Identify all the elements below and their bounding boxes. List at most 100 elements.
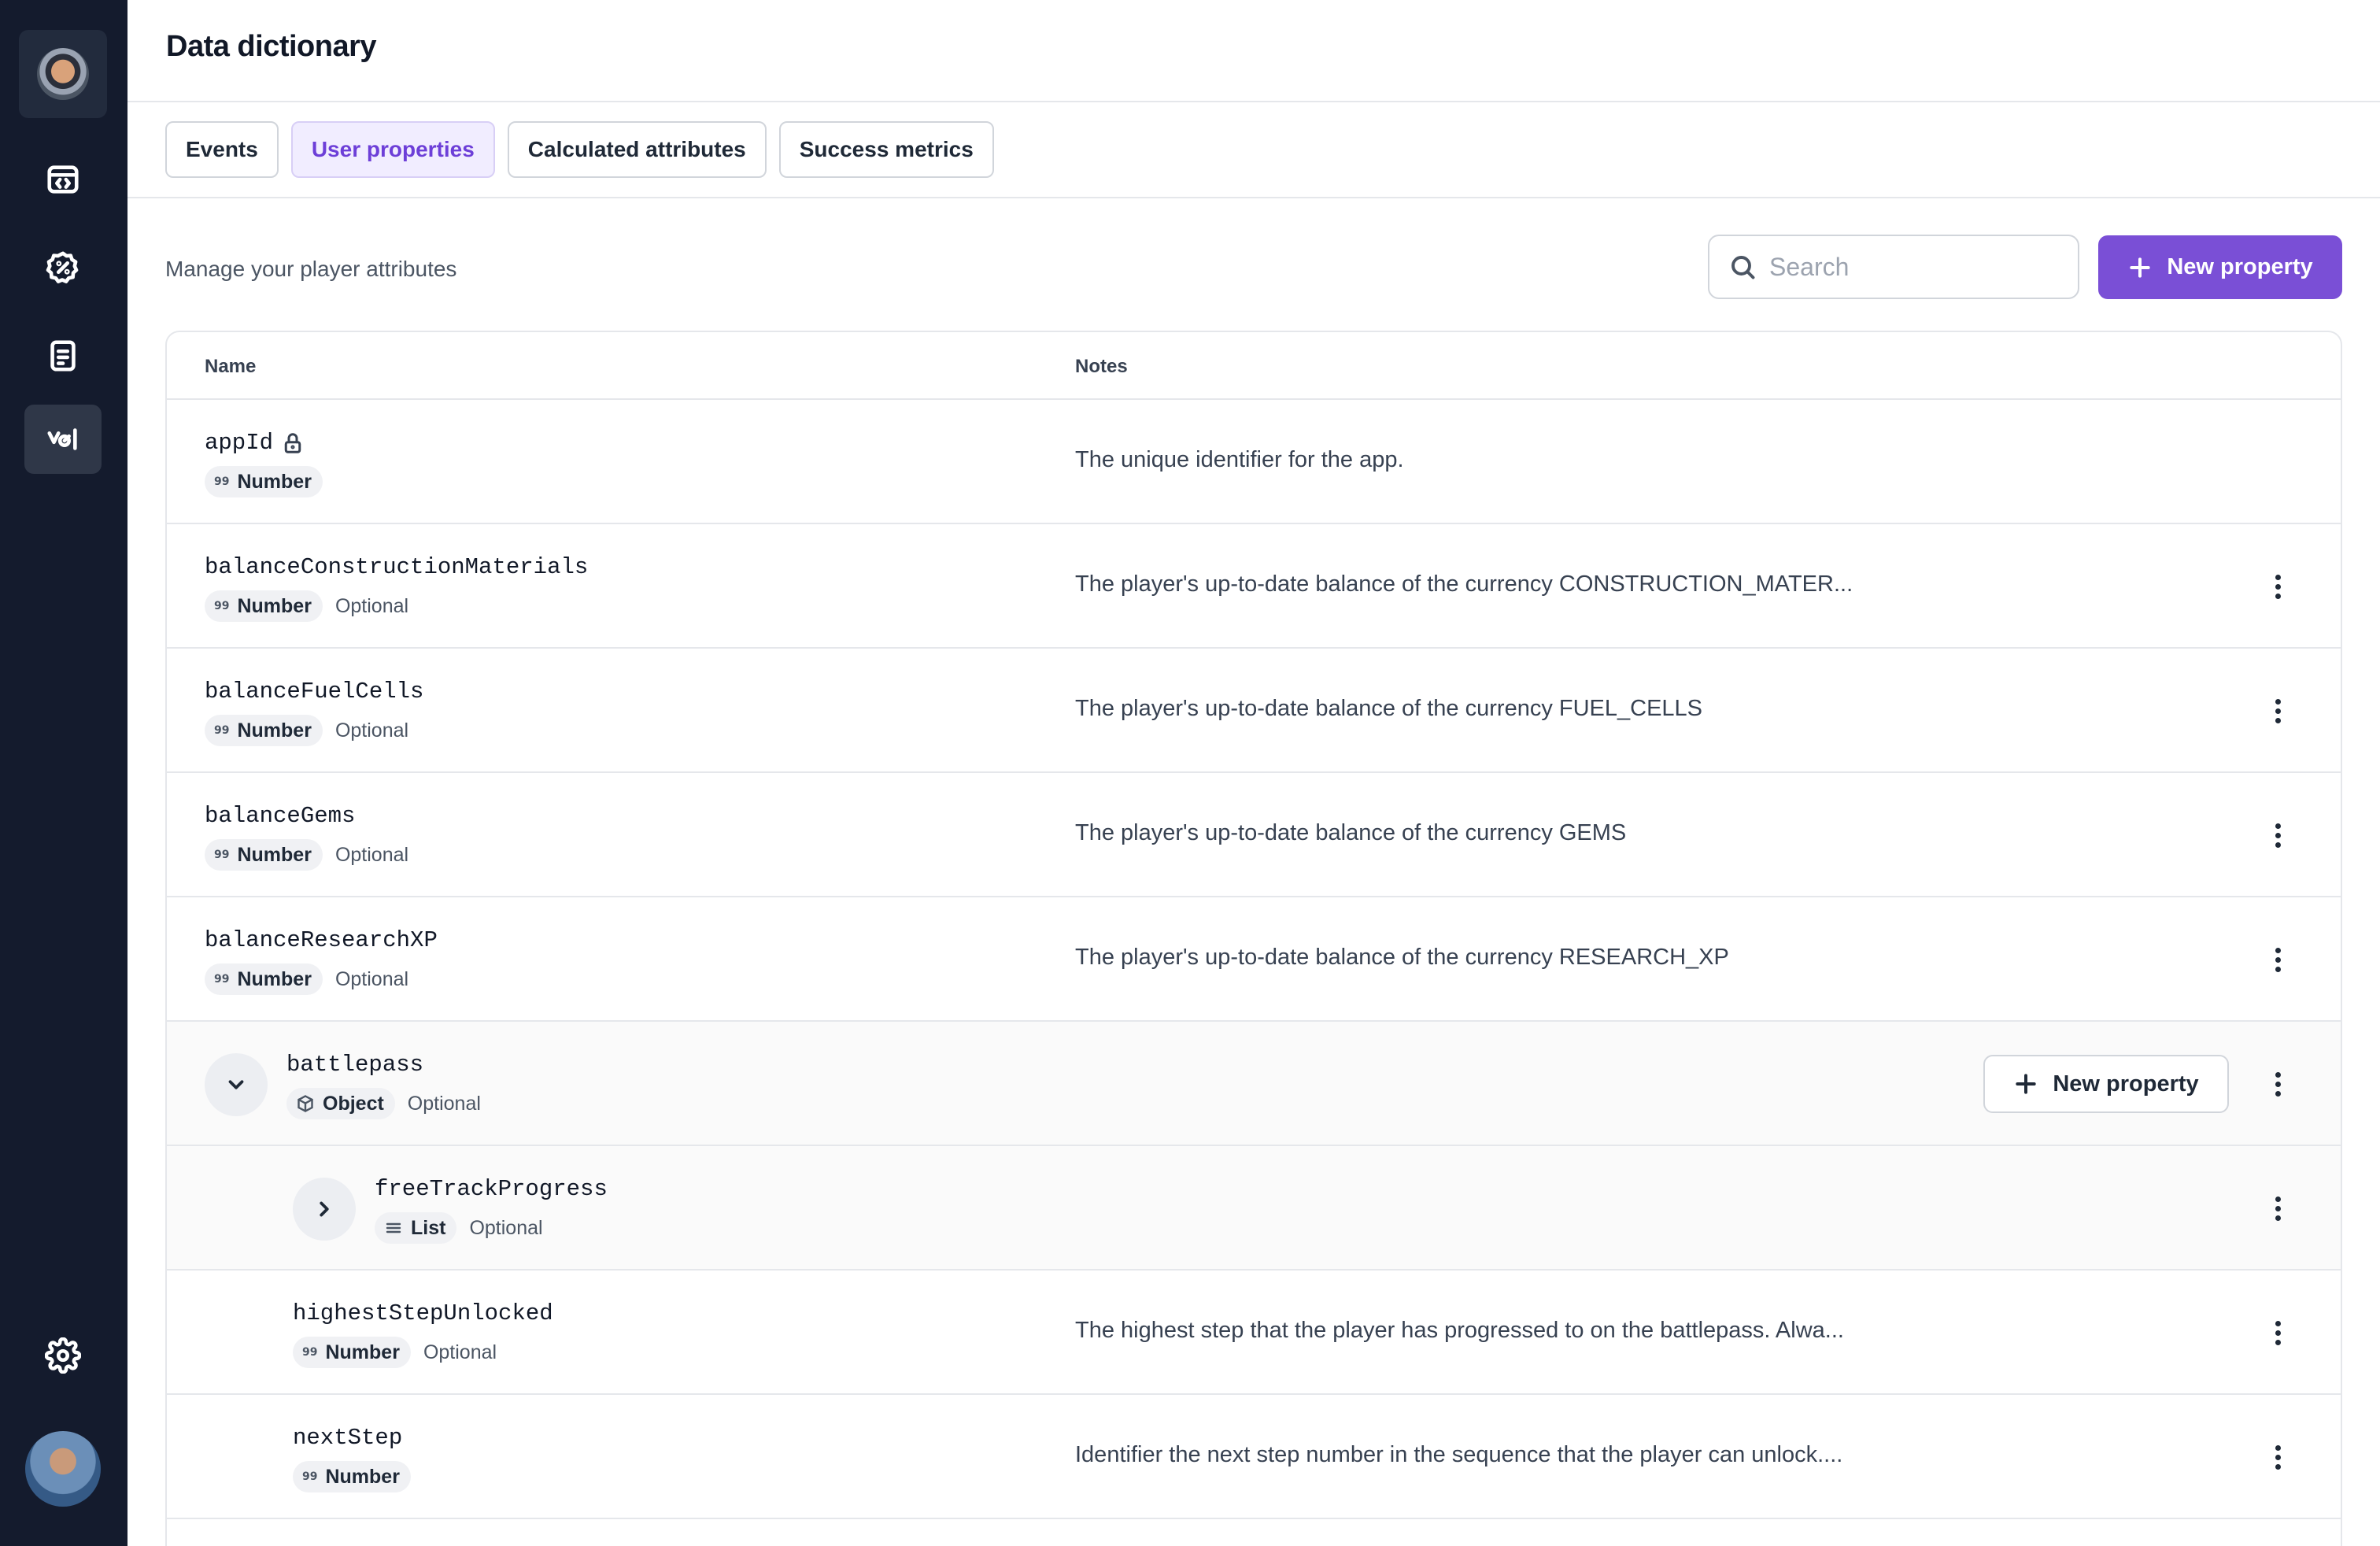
property-name: balanceResearchXP (205, 927, 438, 953)
row-menu-button[interactable] (2254, 1185, 2301, 1232)
tabs-divider (128, 197, 2380, 198)
optional-label: Optional (407, 1092, 481, 1115)
tab-user-properties[interactable]: User properties (290, 121, 495, 178)
column-header-name: Name (205, 356, 257, 377)
type-badge: 99 Number (205, 590, 323, 622)
chevron-right-icon (320, 1201, 329, 1217)
table-row[interactable]: nextStep 99 Number Identifier the next st… (167, 1395, 2341, 1519)
row-menu-button[interactable] (2254, 936, 2301, 983)
properties-table: Name Notes appId 99 Number The unique ide… (165, 331, 2342, 1546)
plus-icon (2130, 257, 2150, 278)
table-row[interactable]: appId 99 Number The unique identifier for… (167, 400, 2341, 524)
number-icon: 99 (214, 849, 230, 861)
type-badge: 99 Number (205, 839, 323, 871)
search-icon (1731, 256, 1755, 279)
header-divider (128, 101, 2380, 102)
property-notes: The player's up-to-date balance of the c… (1075, 820, 1627, 845)
app-logo[interactable] (19, 30, 107, 118)
more-vertical-icon (2275, 832, 2281, 838)
optional-label: Optional (423, 1341, 497, 1363)
property-notes: The player's up-to-date balance of the c… (1075, 696, 1703, 721)
optional-label: Optional (334, 719, 409, 742)
more-vertical-icon (2275, 1454, 2281, 1460)
collapse-button[interactable] (205, 1053, 268, 1116)
row-menu-button[interactable] (2254, 812, 2301, 859)
property-notes: The player's up-to-date balance of the c… (1075, 945, 1729, 970)
new-property-label: New property (2167, 254, 2313, 279)
column-header-notes: Notes (1075, 356, 1128, 377)
optional-label: Optional (469, 1216, 543, 1239)
tab-events[interactable]: Events (165, 121, 279, 178)
search-box[interactable] (1708, 235, 2079, 299)
sidebar-item-analytics[interactable] (24, 405, 102, 474)
astronaut-logo-icon (37, 48, 89, 100)
type-badge: 99 Number (205, 715, 323, 746)
row-menu-button[interactable] (2254, 1060, 2301, 1108)
sidebar-item-code[interactable] (24, 145, 102, 214)
table-row[interactable]: highestStepUnlocked 99 Number Optional Th… (167, 1270, 2341, 1395)
expand-button[interactable] (293, 1178, 356, 1241)
row-menu-button[interactable] (2254, 563, 2301, 610)
add-nested-property-button[interactable]: New property (1983, 1055, 2229, 1113)
number-icon: 99 (214, 600, 230, 612)
cube-icon (298, 1095, 313, 1112)
property-name: balanceGems (205, 803, 356, 829)
table-row[interactable]: balanceFuelCells 99 Number Optional The p… (167, 649, 2341, 773)
type-badge: 99 Number (293, 1337, 411, 1368)
document-icon (50, 340, 76, 372)
property-notes: The highest step that the player has pro… (1075, 1318, 1844, 1343)
row-menu-button[interactable] (2254, 687, 2301, 734)
row-menu-button[interactable] (2254, 1309, 2301, 1356)
property-name: appId (205, 430, 274, 456)
analytics-icon (47, 428, 77, 450)
table-header: Name Notes (167, 332, 2341, 400)
type-badge: 99 Number (293, 1461, 411, 1492)
property-notes: The unique identifier for the app. (1075, 447, 1404, 472)
type-badge: List (375, 1212, 457, 1244)
table-row-object[interactable]: battlepass Object Optional New property (167, 1022, 2341, 1146)
property-notes: Identifier the next step number in the s… (1075, 1442, 1843, 1467)
sidebar-item-docs[interactable] (24, 321, 102, 390)
table-row[interactable]: balanceResearchXP 99 Number Optional The … (167, 897, 2341, 1022)
row-menu-button[interactable] (2254, 1433, 2301, 1481)
more-vertical-icon (2275, 956, 2281, 963)
code-window-icon (47, 165, 79, 194)
type-badge: 99 Number (205, 466, 323, 497)
list-icon (386, 1222, 401, 1233)
table-row[interactable]: balanceGems 99 Number Optional The player… (167, 773, 2341, 897)
property-name: highestStepUnlocked (293, 1300, 553, 1326)
lock-icon (284, 432, 301, 453)
more-vertical-icon (2275, 1205, 2281, 1211)
property-name: battlepass (286, 1052, 424, 1078)
new-property-button[interactable]: New property (2098, 235, 2342, 299)
search-input[interactable] (1769, 252, 2068, 282)
property-name: balanceFuelCells (205, 679, 424, 705)
page-title: Data dictionary (166, 30, 377, 63)
type-badge: 99 Number (205, 963, 323, 995)
sidebar (0, 0, 128, 1546)
number-icon: 99 (214, 973, 230, 986)
property-name: balanceConstructionMaterials (205, 554, 589, 580)
user-avatar[interactable] (25, 1431, 101, 1507)
property-name: freeTrackProgress (375, 1176, 608, 1202)
tab-success-metrics[interactable]: Success metrics (778, 121, 994, 178)
plus-icon (2016, 1074, 2036, 1094)
optional-label: Optional (334, 967, 409, 990)
gear-icon (45, 1337, 81, 1374)
sidebar-item-settings[interactable] (24, 1321, 102, 1390)
table-row-list[interactable]: freeTrackProgress List Optional (167, 1146, 2341, 1270)
optional-label: Optional (334, 594, 409, 617)
property-notes: The player's up-to-date balance of the c… (1075, 571, 1853, 597)
number-icon: 99 (214, 724, 230, 737)
more-vertical-icon (2275, 1081, 2281, 1087)
chevron-down-icon (228, 1080, 244, 1089)
badge-percent-icon (46, 251, 79, 283)
number-icon: 99 (302, 1346, 318, 1359)
tab-calculated-attributes[interactable]: Calculated attributes (507, 121, 767, 178)
sidebar-item-offers[interactable] (24, 233, 102, 302)
table-row[interactable]: balanceConstructionMaterials 99 Number Op… (167, 524, 2341, 649)
tab-bar: Events User properties Calculated attrib… (165, 121, 994, 178)
page-subtitle: Manage your player attributes (165, 257, 457, 281)
more-vertical-icon (2275, 1330, 2281, 1336)
more-vertical-icon (2275, 583, 2281, 590)
